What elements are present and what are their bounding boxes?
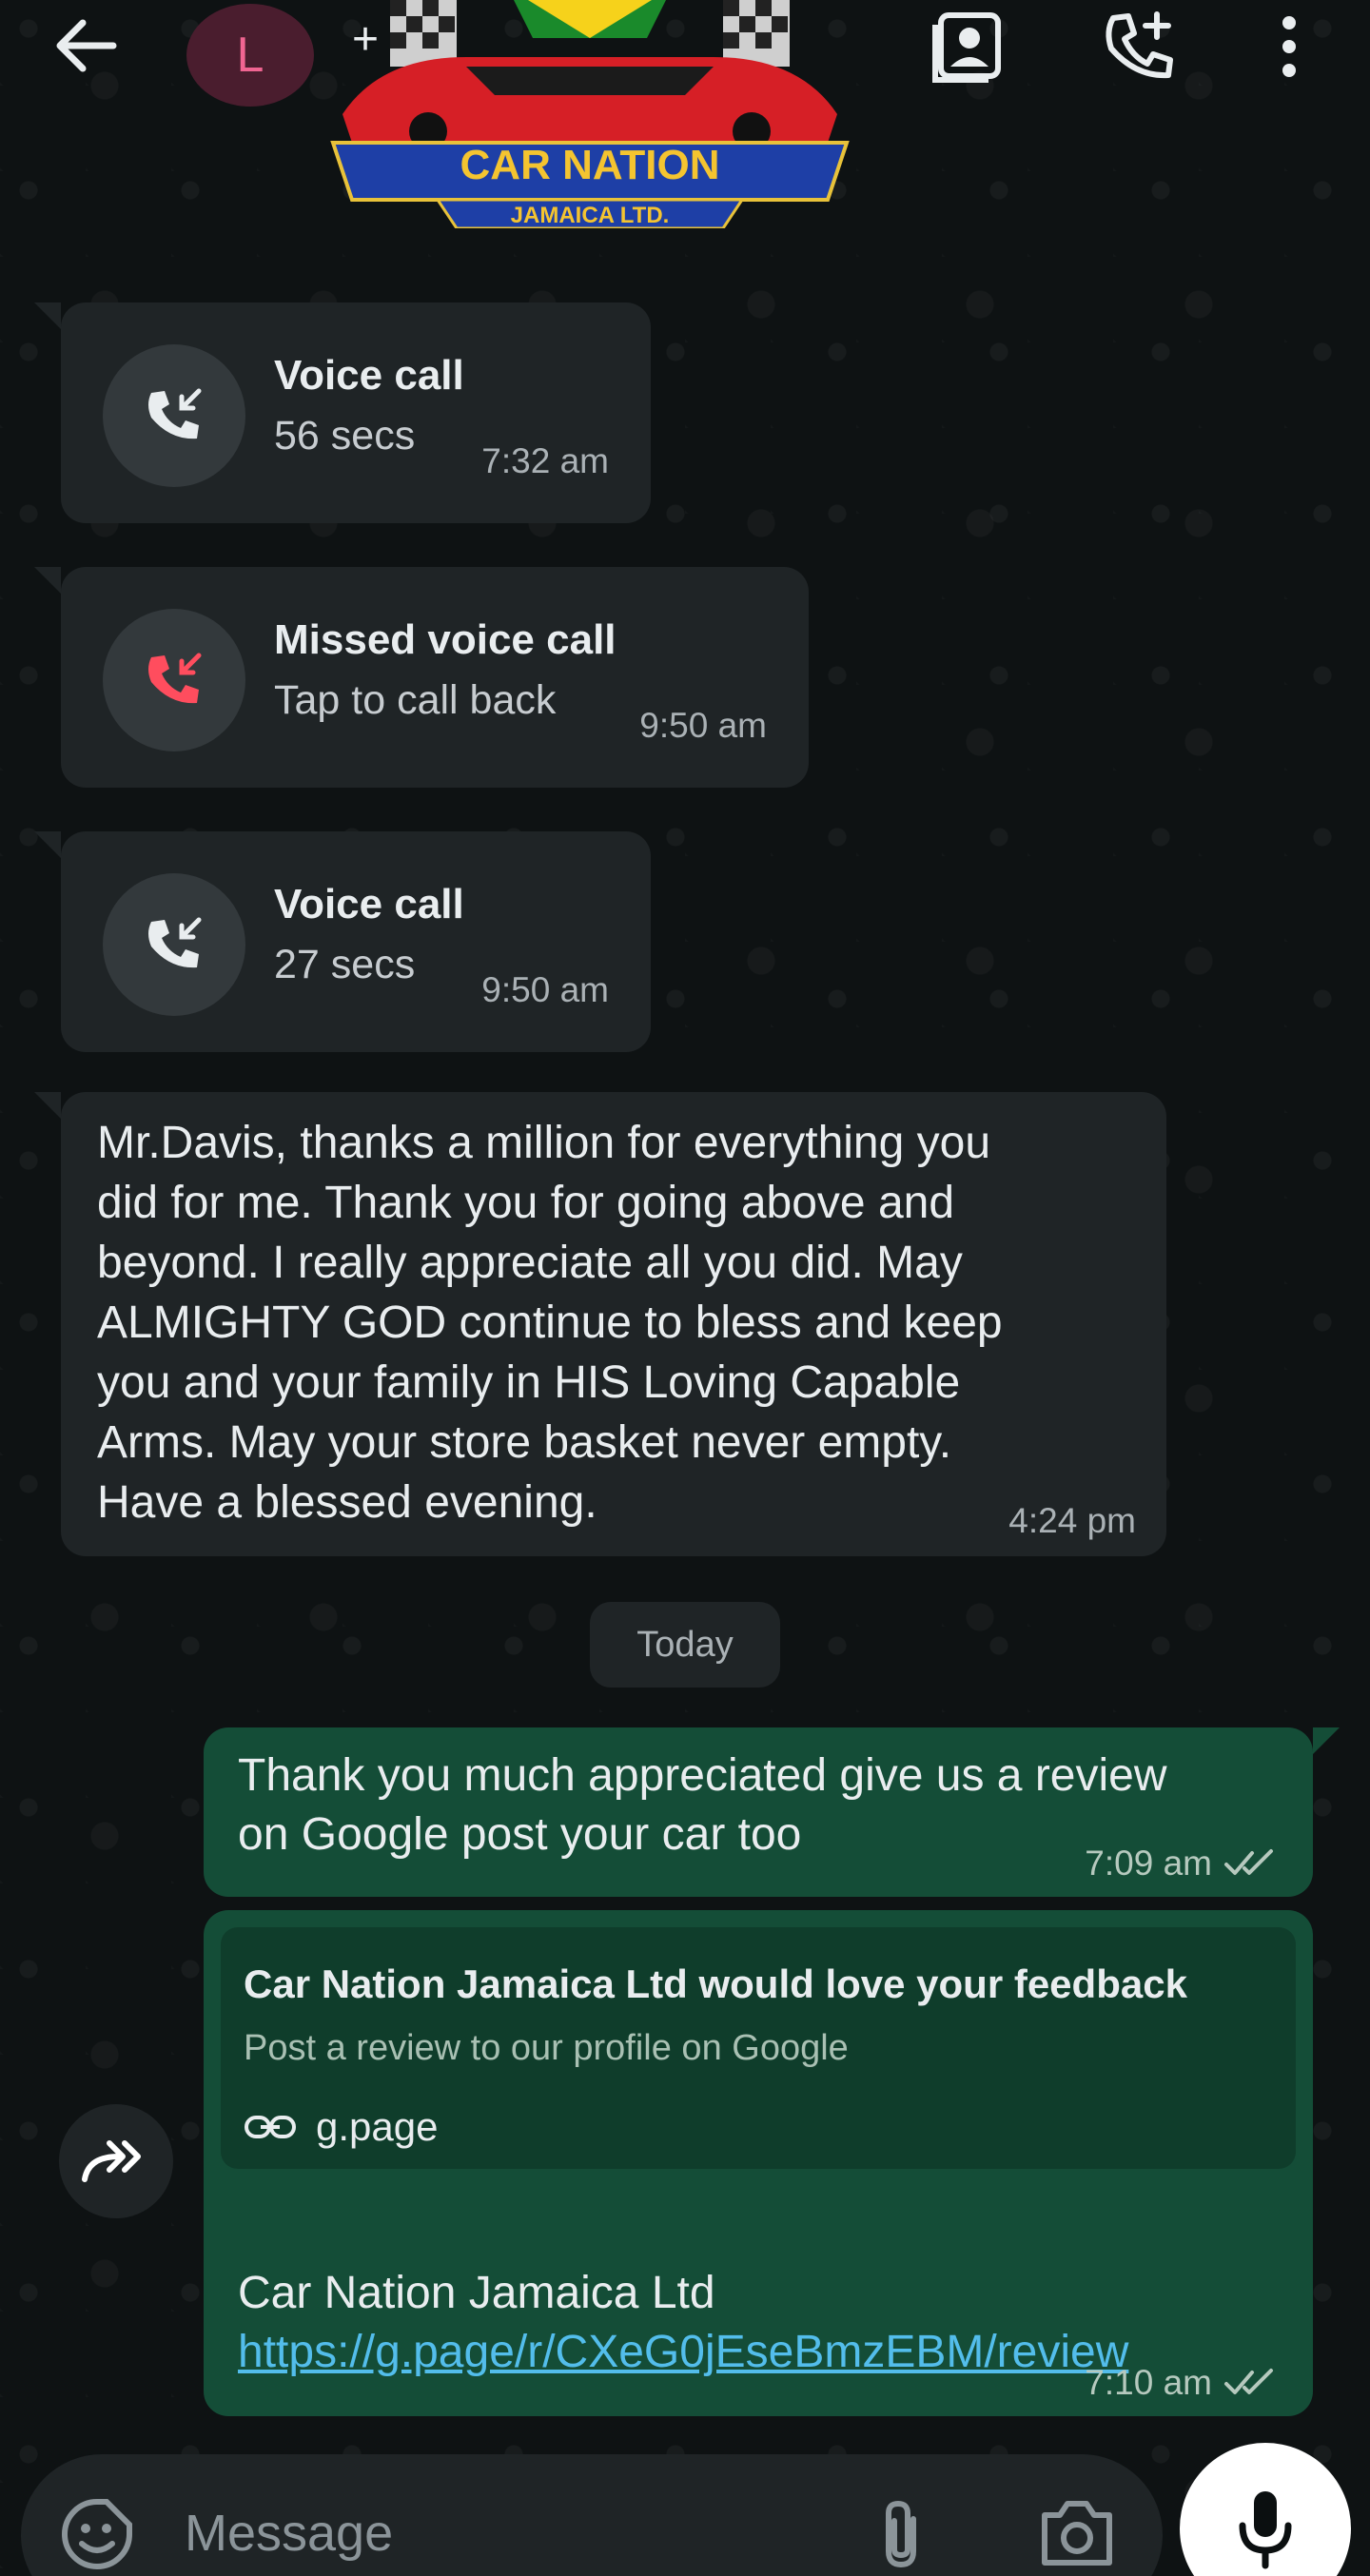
message-input[interactable] [185,2490,851,2576]
message-text: Thank you much appreciated give us a rev… [238,1750,1167,1860]
call-duration: 27 secs [274,942,416,987]
link-domain-text: g.page [316,2104,439,2149]
call-title: Voice call [274,352,464,399]
missed-call-bubble[interactable]: Missed voice call Tap to call back 9:50 … [34,567,809,788]
bubble-tail [1313,1727,1340,1754]
call-time: 9:50 am [481,970,609,1009]
message-time: 4:24 pm [1008,1501,1136,1540]
attach-icon[interactable] [877,2496,925,2572]
link-icon [245,2116,296,2138]
sticker-emoji-icon[interactable] [59,2496,135,2572]
bubble-tail [34,567,61,594]
incoming-call-icon [103,873,245,1016]
message-text: Mr.Davis, thanks a million for everythin… [97,1118,1003,1528]
logo-subtext: JAMAICA LTD. [511,203,670,228]
add-call-icon[interactable] [1092,4,1187,89]
bubble-tail [34,1092,61,1119]
microphone-icon [1239,2491,1292,2569]
contact-card-icon[interactable] [921,4,1016,89]
review-link[interactable]: https://g.page/r/CXeG0jEseBmzEBM/review [238,2327,1128,2377]
back-arrow-icon[interactable] [38,8,133,84]
call-time: 9:50 am [639,706,767,745]
call-back-hint[interactable]: Tap to call back [274,677,556,724]
double-check-icon [1224,1849,1273,1875]
message-text: Car Nation Jamaica Ltd https://g.page/r/… [238,2264,1189,2382]
chat-header: L + CAR NATION JAMAICA LTD. [0,0,1370,228]
avatar[interactable]: L [186,4,314,107]
link-preview-domain: g.page [244,2104,438,2150]
logo-text: CAR NATION [460,142,720,188]
link-preview-card[interactable]: Car Nation Jamaica Ltd would love your f… [221,1927,1296,2169]
link-preview-description: Post a review to our profile on Google [244,2028,849,2068]
bubble-tail [34,302,61,329]
call-time: 7:32 am [481,441,609,480]
call-log-bubble[interactable]: Voice call 27 secs 9:50 am [34,831,651,1052]
outgoing-message-bubble[interactable]: Thank you much appreciated give us a rev… [204,1727,1340,1897]
call-duration: 56 secs [274,413,416,459]
message-text-prefix: Car Nation Jamaica Ltd [238,2268,715,2318]
link-preview-title: Car Nation Jamaica Ltd would love your f… [244,1961,1187,2006]
message-time: 7:10 am [1085,2363,1212,2402]
incoming-message-bubble[interactable]: Mr.Davis, thanks a million for everythin… [34,1092,1166,1556]
call-log-bubble[interactable]: Voice call 56 secs 7:32 am [34,302,651,523]
call-title: Missed voice call [274,616,616,663]
camera-icon[interactable] [1039,2496,1115,2568]
message-composer [21,2454,1163,2576]
call-title: Voice call [274,881,464,927]
missed-call-icon [103,609,245,751]
more-options-icon[interactable] [1246,4,1332,89]
message-time: 7:09 am [1085,1844,1212,1883]
date-divider: Today [590,1602,780,1688]
incoming-call-icon [103,344,245,487]
message-meta: 7:10 am [1085,2363,1279,2403]
double-check-icon [1224,2369,1273,2394]
car-nation-logo: CAR NATION JAMAICA LTD. [330,0,850,228]
bubble-tail [34,831,61,858]
forward-icon [82,2140,141,2182]
outgoing-link-message-bubble[interactable]: Car Nation Jamaica Ltd would love your f… [204,1910,1313,2416]
forward-button[interactable] [59,2104,173,2218]
message-meta: 7:09 am [1085,1844,1279,1883]
